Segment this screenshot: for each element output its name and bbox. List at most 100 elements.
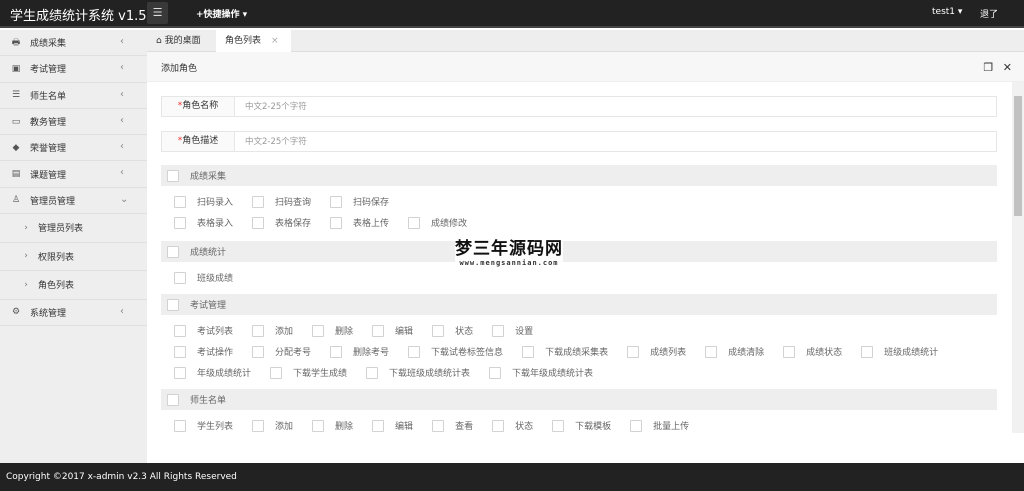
sidebar-item[interactable]: › 权限列表 bbox=[0, 243, 147, 272]
permission-option[interactable]: 分配考号 bbox=[252, 345, 311, 358]
permission-checkbox[interactable] bbox=[174, 345, 186, 358]
permission-option[interactable]: 下载试卷标签信息 bbox=[408, 345, 503, 358]
permission-option[interactable]: 删除考号 bbox=[330, 345, 389, 358]
tab-role-list[interactable]: 角色列表 × bbox=[216, 30, 291, 52]
permission-option[interactable]: 编辑 bbox=[372, 324, 413, 337]
permission-checkbox[interactable] bbox=[366, 366, 379, 379]
permission-option[interactable]: 扫码查询 bbox=[252, 195, 311, 208]
permission-checkbox[interactable] bbox=[372, 324, 385, 337]
role-desc-input[interactable] bbox=[235, 132, 996, 151]
menu-toggle-icon[interactable]: ☰ bbox=[147, 2, 168, 24]
permission-option[interactable]: 成绩列表 bbox=[627, 345, 686, 358]
permission-checkbox[interactable] bbox=[174, 419, 186, 432]
user-menu[interactable]: test1 ▾ bbox=[932, 7, 962, 17]
permission-option[interactable]: 下载成绩采集表 bbox=[522, 345, 608, 358]
permission-checkbox[interactable] bbox=[432, 324, 445, 337]
permission-checkbox[interactable] bbox=[174, 271, 186, 284]
permission-option[interactable]: 扫码录入 bbox=[174, 195, 233, 208]
permission-checkbox[interactable] bbox=[174, 366, 186, 379]
permission-option[interactable]: 扫码保存 bbox=[330, 195, 389, 208]
permission-option[interactable]: 添加 bbox=[252, 324, 293, 337]
permission-checkbox[interactable] bbox=[270, 366, 283, 379]
maximize-icon[interactable]: ❐ bbox=[983, 61, 993, 74]
permission-option[interactable]: 考试操作 bbox=[174, 345, 233, 358]
sidebar-item[interactable]: ▤ 课题管理 ‹ bbox=[0, 161, 147, 188]
sidebar-item[interactable]: ▣ 考试管理 ‹ bbox=[0, 56, 147, 83]
close-icon[interactable]: ✕ bbox=[1003, 61, 1012, 74]
permission-checkbox[interactable] bbox=[552, 419, 565, 432]
permission-option[interactable]: 添加 bbox=[252, 419, 293, 432]
group-header[interactable]: 成绩采集 bbox=[161, 165, 997, 186]
permission-option[interactable]: 下载年级成绩统计表 bbox=[489, 366, 593, 379]
scrollbar[interactable] bbox=[1012, 82, 1024, 433]
permission-checkbox[interactable] bbox=[312, 419, 325, 432]
sidebar-item[interactable]: ♙ 管理员管理 ⌄ bbox=[0, 188, 147, 215]
permission-option[interactable]: 表格保存 bbox=[252, 216, 311, 229]
permission-checkbox[interactable] bbox=[252, 216, 265, 229]
permission-checkbox[interactable] bbox=[330, 216, 343, 229]
permission-checkbox[interactable] bbox=[627, 345, 640, 358]
permission-checkbox[interactable] bbox=[330, 195, 343, 208]
sidebar-item[interactable]: 🖶 成绩采集 ‹ bbox=[0, 30, 147, 57]
permission-option[interactable]: 状态 bbox=[432, 324, 473, 337]
permission-checkbox[interactable] bbox=[630, 419, 643, 432]
group-checkbox[interactable] bbox=[167, 298, 179, 311]
permission-option[interactable]: 成绩修改 bbox=[408, 216, 467, 229]
permission-option[interactable]: 删除 bbox=[312, 324, 353, 337]
scrollbar-thumb[interactable] bbox=[1014, 96, 1022, 216]
permission-checkbox[interactable] bbox=[492, 419, 505, 432]
permission-checkbox[interactable] bbox=[252, 345, 265, 358]
permission-option[interactable]: 状态 bbox=[492, 419, 533, 432]
group-checkbox[interactable] bbox=[167, 245, 179, 258]
logout-link[interactable]: 退了 bbox=[980, 7, 998, 20]
permission-checkbox[interactable] bbox=[174, 216, 186, 229]
permission-option[interactable]: 下载学生成绩 bbox=[270, 366, 347, 379]
permission-option[interactable]: 批量上传 bbox=[630, 419, 689, 432]
permission-checkbox[interactable] bbox=[489, 366, 502, 379]
permission-option[interactable]: 学生列表 bbox=[174, 419, 233, 432]
permission-checkbox[interactable] bbox=[174, 195, 186, 208]
permission-option[interactable]: 班级成绩统计 bbox=[861, 345, 938, 358]
permission-checkbox[interactable] bbox=[522, 345, 535, 358]
role-name-input[interactable] bbox=[235, 97, 996, 116]
sidebar-item[interactable]: › 管理员列表 bbox=[0, 214, 147, 243]
permission-option[interactable]: 成绩清除 bbox=[705, 345, 764, 358]
sidebar-item[interactable]: ◆ 荣誉管理 ‹ bbox=[0, 135, 147, 162]
permission-checkbox[interactable] bbox=[252, 324, 265, 337]
group-header[interactable]: 成绩统计 bbox=[161, 241, 997, 262]
permission-checkbox[interactable] bbox=[432, 419, 445, 432]
permission-checkbox[interactable] bbox=[408, 216, 421, 229]
close-tab-icon[interactable]: × bbox=[271, 36, 279, 46]
permission-option[interactable]: 编辑 bbox=[372, 419, 413, 432]
permission-option[interactable]: 查看 bbox=[432, 419, 473, 432]
permission-option[interactable]: 表格录入 bbox=[174, 216, 233, 229]
group-header[interactable]: 师生名单 bbox=[161, 389, 997, 410]
permission-checkbox[interactable] bbox=[492, 324, 505, 337]
group-checkbox[interactable] bbox=[167, 169, 179, 182]
permission-checkbox[interactable] bbox=[312, 324, 325, 337]
permission-option[interactable]: 考试列表 bbox=[174, 324, 233, 337]
group-header[interactable]: 考试管理 bbox=[161, 294, 997, 315]
sidebar-item[interactable]: ☰ 师生名单 ‹ bbox=[0, 83, 147, 109]
sidebar-item[interactable]: › 角色列表 bbox=[0, 271, 147, 300]
permission-checkbox[interactable] bbox=[372, 419, 385, 432]
permission-checkbox[interactable] bbox=[408, 345, 421, 358]
group-checkbox[interactable] bbox=[167, 393, 179, 406]
permission-option[interactable]: 成绩状态 bbox=[783, 345, 842, 358]
permission-checkbox[interactable] bbox=[783, 345, 796, 358]
permission-option[interactable]: 下载班级成绩统计表 bbox=[366, 366, 470, 379]
sidebar-item[interactable]: ▭ 教务管理 ‹ bbox=[0, 109, 147, 136]
sidebar-item[interactable]: ⚙ 系统管理 ‹ bbox=[0, 300, 147, 326]
permission-option[interactable]: 设置 bbox=[492, 324, 533, 337]
quick-ops-menu[interactable]: +快捷操作 ▾ bbox=[196, 7, 247, 20]
tab-desktop[interactable]: ⌂ 我的桌面 bbox=[147, 30, 210, 52]
permission-option[interactable]: 班级成绩 bbox=[174, 271, 233, 284]
permission-checkbox[interactable] bbox=[861, 345, 874, 358]
permission-option[interactable]: 年级成绩统计 bbox=[174, 366, 251, 379]
permission-checkbox[interactable] bbox=[252, 195, 265, 208]
permission-checkbox[interactable] bbox=[252, 419, 265, 432]
permission-checkbox[interactable] bbox=[174, 324, 186, 337]
permission-option[interactable]: 删除 bbox=[312, 419, 353, 432]
permission-option[interactable]: 下载模板 bbox=[552, 419, 611, 432]
permission-checkbox[interactable] bbox=[330, 345, 343, 358]
